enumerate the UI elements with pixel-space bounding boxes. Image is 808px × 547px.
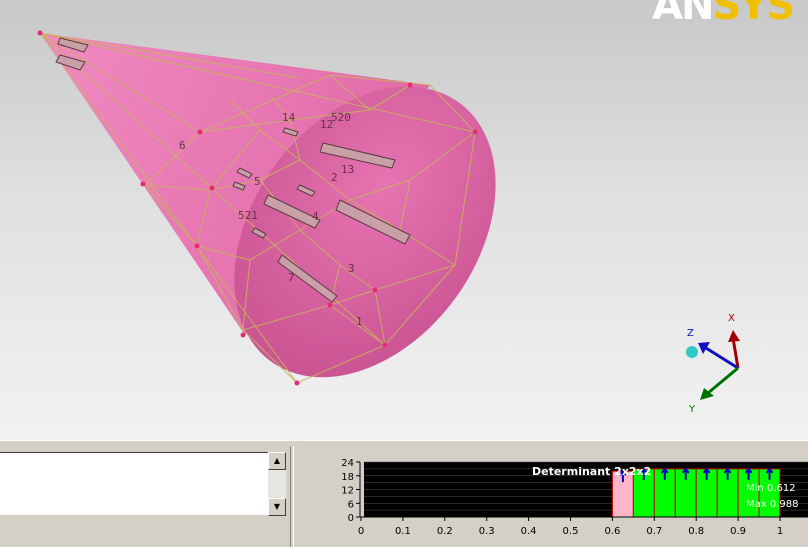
histogram-min: Min 0.612 — [746, 483, 796, 494]
x-tick-label: 0.6 — [604, 526, 620, 537]
area-label: 1 — [356, 315, 363, 328]
ansys-logo: ANSYS — [652, 0, 795, 29]
area-label: 13 — [341, 163, 354, 176]
x-tick-label: 0 — [358, 526, 364, 537]
area-label: 7 — [288, 271, 295, 284]
area-label: 14 — [282, 111, 296, 124]
quality-histogram: 24 18 12 6 0 0 0.1 0.2 0.3 0.4 0.5 0.6 0.7 0.8 0.9 1 D… — [341, 458, 808, 537]
panel-divider — [290, 446, 294, 547]
y-tick-label: 6 — [348, 499, 354, 510]
x-tick-label: 0.3 — [479, 526, 495, 537]
y-tick-label: 12 — [341, 486, 354, 497]
histogram-max: Max 0.988 — [746, 499, 798, 510]
axis-triad — [686, 330, 740, 400]
x-tick-label: 0.8 — [688, 526, 704, 537]
log-panel[interactable] — [0, 452, 270, 515]
log-hscroll[interactable] — [0, 516, 286, 520]
x-tick-label: 1 — [777, 526, 783, 537]
area-label: 2 — [331, 171, 338, 184]
axis-z-label: Z — [687, 328, 694, 339]
histogram-title: Determinant 2x2x2 — [532, 465, 651, 478]
bottom-panel: ▲ ▼ 24 18 12 6 0 0 0.1 0.2 0.3 0.4 0.5 0.6 0.7 0.8 0.… — [0, 446, 808, 547]
x-tick-label: 0.4 — [521, 526, 537, 537]
x-tick-label: 0.9 — [730, 526, 746, 537]
y-tick-label: 0 — [348, 513, 354, 524]
axis-y-label: Y — [688, 404, 696, 415]
area-label: 3 — [348, 262, 355, 275]
area-label: 521 — [238, 209, 258, 222]
area-label: 520 — [331, 111, 351, 124]
x-tick-label: 0.5 — [563, 526, 579, 537]
area-label: 6 — [179, 139, 186, 152]
axis-x-label: X — [728, 313, 735, 324]
scroll-up-button[interactable]: ▲ — [268, 452, 286, 470]
scroll-down-button[interactable]: ▼ — [268, 498, 286, 516]
cone-model: 14 12 520 6 13 5 2 521 4 3 7 1 X Z Y — [37, 30, 740, 415]
x-tick-label: 0.7 — [646, 526, 662, 537]
area-label: 4 — [312, 210, 319, 223]
x-tick-label: 0.2 — [437, 526, 453, 537]
x-tick-label: 0.1 — [395, 526, 411, 537]
y-tick-label: 24 — [341, 458, 354, 469]
y-tick-label: 18 — [341, 472, 354, 483]
graphics-viewport[interactable]: 14 12 520 6 13 5 2 521 4 3 7 1 X Z Y ANS… — [0, 0, 808, 440]
log-scrollbar[interactable]: ▲ ▼ — [268, 452, 286, 516]
area-label: 5 — [254, 175, 261, 188]
